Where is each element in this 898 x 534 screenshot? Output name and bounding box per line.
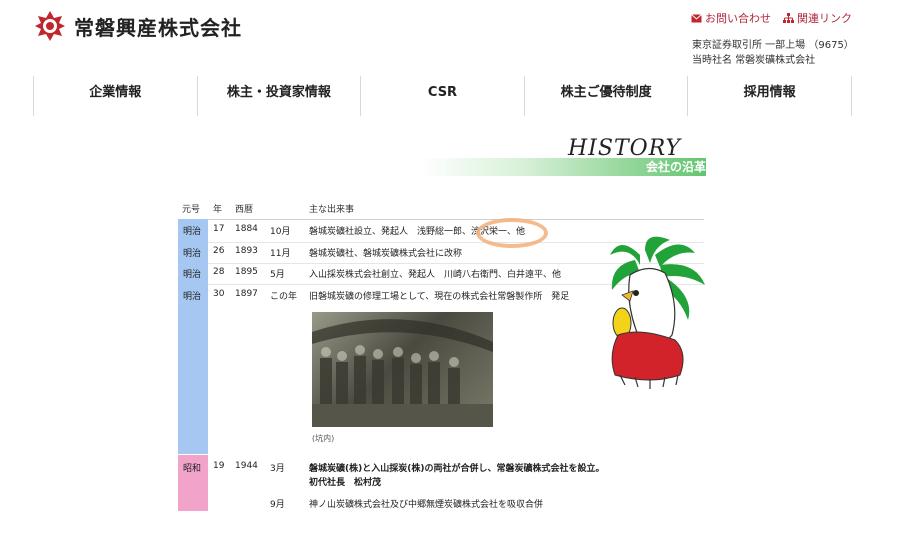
row-western-year: 1897: [235, 289, 258, 299]
row-month: 11月: [270, 249, 291, 259]
row-year: 26: [213, 246, 225, 256]
row-era: 明治: [183, 249, 202, 259]
row-event-detail: 初代社長 松村茂: [309, 478, 382, 488]
contact-link-label: お問い合わせ: [705, 12, 771, 25]
sitemap-icon: [783, 13, 794, 23]
row-event: 磐城炭礦社、磐城炭礦株式会社に改称: [309, 249, 463, 259]
row-era: 明治: [183, 227, 202, 237]
row-month: この年: [270, 292, 298, 302]
row-western-year: 1895: [235, 267, 258, 277]
company-emblem-icon: [35, 11, 65, 41]
contact-link[interactable]: お問い合わせ: [691, 10, 771, 26]
row-month: 5月: [270, 270, 285, 280]
column-year: 年: [213, 205, 223, 215]
column-era: 元号: [182, 205, 201, 215]
stock-info: 東京証券取引所 一部上場 （9675） 当時社名 常磐炭礦株式会社: [692, 38, 892, 68]
row-event: 入山採炭株式会社創立、発起人 川崎八右衛門、白井遠平、他: [309, 270, 562, 280]
nav-item-corporate[interactable]: 企業情報: [34, 76, 198, 116]
row-event: 旧磐城炭礦の修理工場として、現在の株式会社常磐製作所 発足: [309, 292, 570, 302]
row-western-year: 1884: [235, 224, 258, 234]
row-year: 30: [213, 289, 225, 299]
row-era: 昭和: [183, 464, 202, 474]
history-subtitle: 会社の沿革: [645, 160, 706, 174]
mascot-character: [610, 236, 705, 389]
mine-interior-photo: [312, 312, 493, 427]
row-month: 10月: [270, 227, 291, 237]
miners-illustration: [312, 319, 493, 427]
former-company-name: 当時社名 常磐炭礦株式会社: [692, 55, 816, 66]
photo-caption: (坑内): [312, 434, 335, 443]
nav-item-csr[interactable]: CSR: [361, 76, 525, 116]
row-western-year: 1893: [235, 246, 258, 256]
nav-item-recruit[interactable]: 採用情報: [688, 76, 852, 116]
column-western-year: 西暦: [235, 205, 254, 215]
row-year: 19: [213, 461, 225, 471]
global-nav: 企業情報 株主・投資家情報 CSR 株主ご優待制度 採用情報: [33, 76, 852, 116]
utility-links: お問い合わせ 関連リンク: [691, 10, 852, 26]
row-year: 28: [213, 267, 225, 277]
company-logo[interactable]: 常磐興産株式会社: [34, 10, 242, 42]
row-era: 明治: [183, 292, 202, 302]
column-event: 主な出来事: [309, 205, 355, 215]
row-western-year: 1944: [235, 461, 258, 471]
row-year: 17: [213, 224, 225, 234]
mail-icon: [691, 13, 702, 22]
related-links-label: 関連リンク: [797, 12, 852, 25]
exchange-listing: 東京証券取引所 一部上場 （9675）: [692, 40, 854, 51]
nav-item-investors[interactable]: 株主・投資家情報: [198, 76, 362, 116]
row-month: 3月: [270, 464, 285, 474]
row-event: 神ノ山炭礦株式会社及び中郷無煙炭礦株式会社を吸収合併: [309, 500, 544, 510]
company-name: 常磐興産株式会社: [74, 15, 242, 40]
row-event: 磐城炭礦(株)と入山採炭(株)の両社が合併し、常磐炭礦株式会社を設立。: [309, 464, 605, 474]
nav-item-shareholder-benefits[interactable]: 株主ご優待制度: [525, 76, 689, 116]
history-table-header: 元号 年 西暦 主な出来事: [178, 200, 704, 220]
row-era: 明治: [183, 270, 202, 280]
highlight-circle: [476, 218, 548, 248]
related-links-link[interactable]: 関連リンク: [783, 10, 852, 26]
row-month: 9月: [270, 500, 285, 510]
